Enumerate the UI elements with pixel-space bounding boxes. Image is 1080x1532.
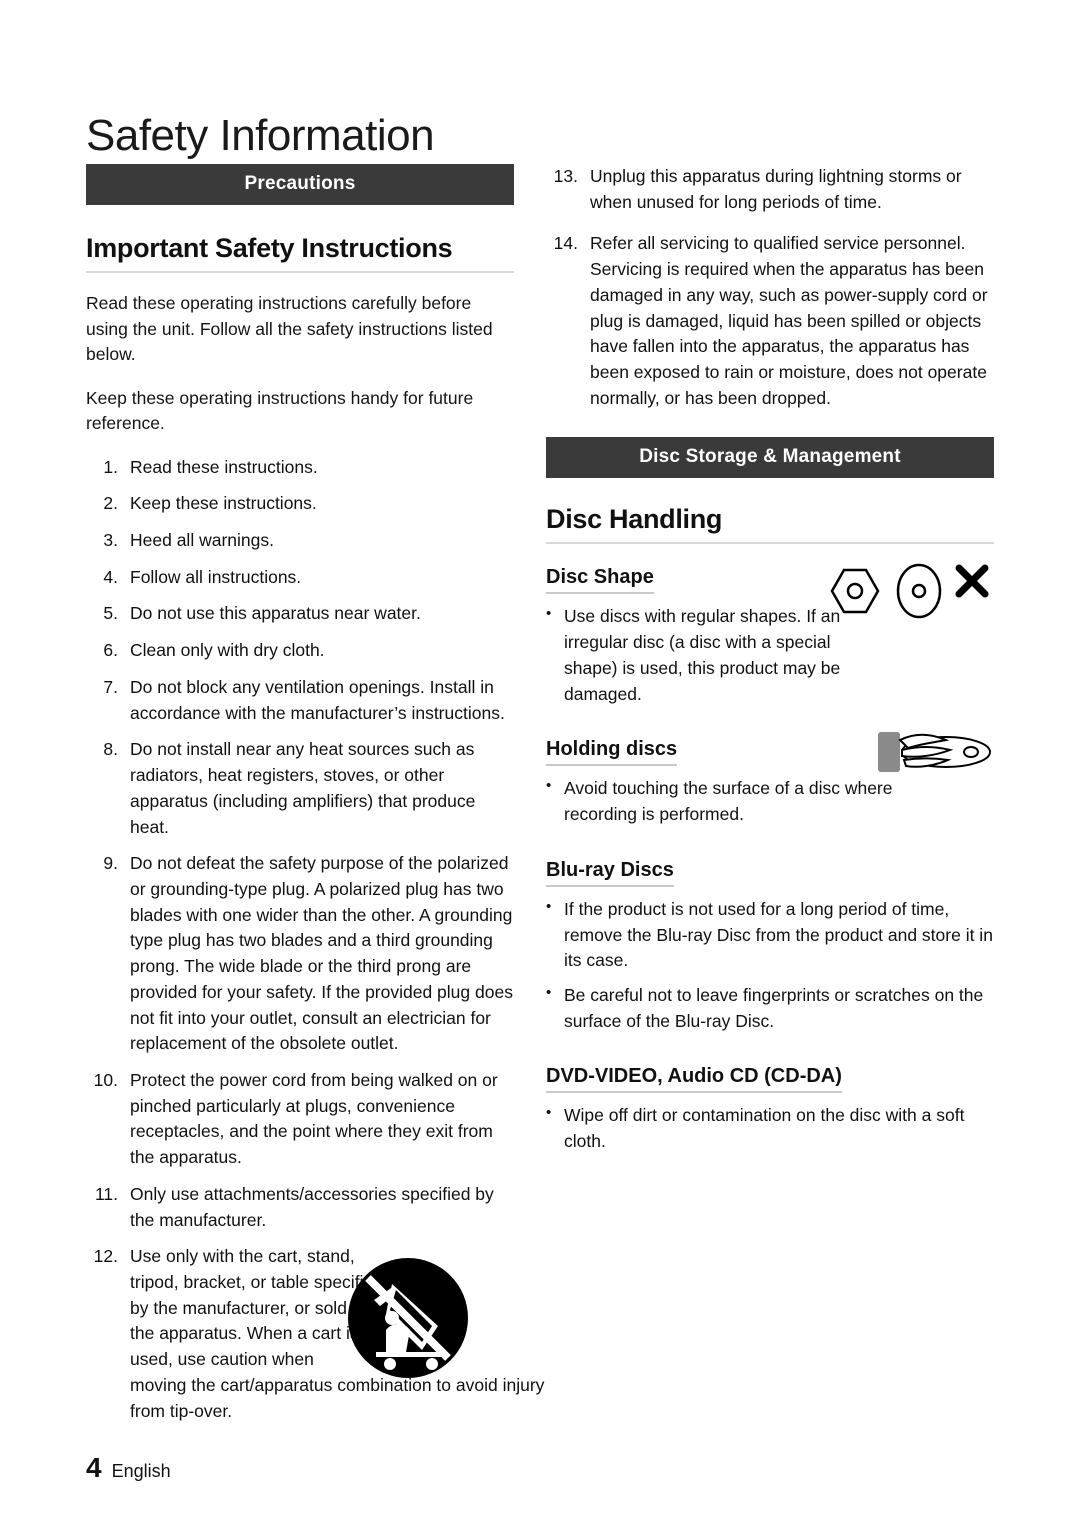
dvd-video-bullets: Wipe off dirt or contamination on the di… — [546, 1102, 994, 1154]
list-item-text: Wipe off dirt or contamination on the di… — [564, 1105, 965, 1152]
list-item: 7. Do not block any ventilation openings.… — [86, 675, 514, 726]
list-item-number: 9. — [103, 853, 118, 874]
subheading-dvd-video-audio-cd: DVD-VIDEO, Audio CD (CD-DA) — [546, 1065, 842, 1094]
list-item-text: Keep these instructions. — [130, 493, 317, 514]
list-item-number: 12. — [93, 1246, 118, 1267]
right-column: 13. Unplug this apparatus during lightnin… — [546, 164, 994, 1164]
disc-shape-icons — [830, 564, 989, 619]
list-item-number: 1. — [103, 456, 118, 477]
oval-disc-icon — [896, 564, 942, 619]
list-item: Be careful not to leave fingerprints or … — [546, 982, 994, 1034]
page-title: Safety Information — [86, 111, 435, 161]
list-item: 1. Read these instructions. — [86, 455, 514, 481]
list-item-number: 3. — [103, 530, 118, 551]
page-language: English — [111, 1461, 171, 1481]
subheading-bluray-discs: Blu-ray Discs — [546, 859, 674, 887]
list-item-number: 8. — [103, 739, 118, 760]
list-item-text: Avoid touching the surface of a disc whe… — [564, 778, 893, 825]
hand-holding-disc-icon — [878, 732, 991, 773]
list-item-text: Refer all servicing to qualified service… — [590, 233, 988, 408]
list-item-number: 5. — [103, 603, 118, 624]
list-item-text: Do not install near any heat sources suc… — [130, 739, 476, 837]
list-item-number: 7. — [103, 676, 118, 697]
page-footer: 4 English — [86, 1452, 171, 1484]
list-item-number: 14. — [553, 233, 578, 254]
list-item-text: Unplug this apparatus during lightning s… — [590, 166, 962, 212]
heading-disc-handling: Disc Handling — [546, 504, 994, 545]
list-item: 4. Follow all instructions. — [86, 565, 514, 591]
list-item-text: Do not use this apparatus near water. — [130, 603, 421, 624]
bluray-discs-block: Blu-ray Discs If the product is not used… — [546, 837, 994, 1035]
hexagon-disc-icon — [830, 569, 880, 614]
list-item: 5. Do not use this apparatus near water. — [86, 601, 514, 627]
list-item-text: Use discs with regular shapes. If an irr… — [564, 606, 841, 704]
cart-warning-block: 12. Use only with the cart, stand, tripo… — [86, 1244, 545, 1424]
list-item: 11. Only use attachments/accessories spec… — [86, 1182, 514, 1233]
disc-shape-block: Disc Shape Use discs with regular shapes… — [546, 544, 994, 707]
list-item-text: Read these instructions. — [130, 456, 318, 477]
list-item: 14. Refer all servicing to qualified serv… — [546, 231, 994, 411]
list-item: 10. Protect the power cord from being wal… — [86, 1068, 514, 1171]
list-item-text: Follow all instructions. — [130, 566, 302, 587]
left-column: Precautions Important Safety Instruction… — [86, 164, 545, 1424]
list-item-number: 4. — [103, 566, 118, 587]
list-item: 6. Clean only with dry cloth. — [86, 638, 514, 664]
list-item-number: 11. — [94, 1183, 118, 1204]
holding-discs-block: Holding discs Avoid touching the surface… — [546, 716, 994, 827]
list-item-text: Do not defeat the safety purpose of the … — [130, 853, 513, 1054]
list-item: If the product is not used for a long pe… — [546, 896, 994, 974]
list-item-number: 10. — [93, 1069, 118, 1090]
list-item-number: 13. — [553, 166, 578, 186]
list-item-text: If the product is not used for a long pe… — [564, 898, 993, 971]
list-item-number: 2. — [103, 493, 118, 514]
list-item-text: Clean only with dry cloth. — [130, 640, 325, 661]
list-item: Avoid touching the surface of a disc whe… — [546, 775, 994, 827]
document-page: Safety Information Precautions Important… — [0, 0, 1080, 1532]
safety-instruction-list: 1. Read these instructions. 2. Keep these … — [86, 455, 514, 1234]
list-item: 3. Heed all warnings. — [86, 528, 514, 554]
dvd-video-block: DVD-VIDEO, Audio CD (CD-DA) Wipe off dir… — [546, 1043, 994, 1154]
list-item-text-continued: moving the cart/apparatus combination to… — [130, 1374, 545, 1421]
list-item-number: 6. — [103, 640, 118, 661]
list-item-text: Heed all warnings. — [130, 530, 274, 551]
intro-paragraph-1: Read these operating instructions carefu… — [86, 293, 493, 365]
cross-mark-icon — [955, 564, 989, 598]
section-bar-precautions: Precautions — [86, 164, 514, 205]
holding-discs-bullets: Avoid touching the surface of a disc whe… — [546, 775, 994, 827]
list-item: 8. Do not install near any heat sources s… — [86, 737, 514, 840]
subheading-holding-discs: Holding discs — [546, 738, 678, 767]
list-item: 13. Unplug this apparatus during lightnin… — [546, 164, 994, 215]
list-item-text: Do not block any ventilation openings. I… — [130, 676, 505, 723]
list-item-text: Be careful not to leave fingerprints or … — [564, 984, 984, 1031]
page-number: 4 — [86, 1452, 102, 1483]
list-item-text: Protect the power cord from being walked… — [130, 1069, 498, 1168]
safety-instruction-list-right: 13. Unplug this apparatus during lightnin… — [546, 164, 994, 411]
heading-important-safety-instructions: Important Safety Instructions — [86, 233, 514, 273]
section-bar-disc-storage: Disc Storage & Management — [546, 437, 994, 479]
list-item: Wipe off dirt or contamination on the di… — [546, 1102, 994, 1154]
intro-paragraph-2: Keep these operating instructions handy … — [86, 387, 474, 434]
subheading-disc-shape: Disc Shape — [546, 566, 654, 595]
bluray-discs-bullets: If the product is not used for a long pe… — [546, 896, 994, 1035]
list-item: 2. Keep these instructions. — [86, 491, 514, 517]
list-item: 9. Do not defeat the safety purpose of th… — [86, 851, 514, 1057]
cart-tipover-warning-icon — [348, 1258, 468, 1379]
list-item-text: Only use attachments/accessories specifi… — [130, 1183, 494, 1230]
